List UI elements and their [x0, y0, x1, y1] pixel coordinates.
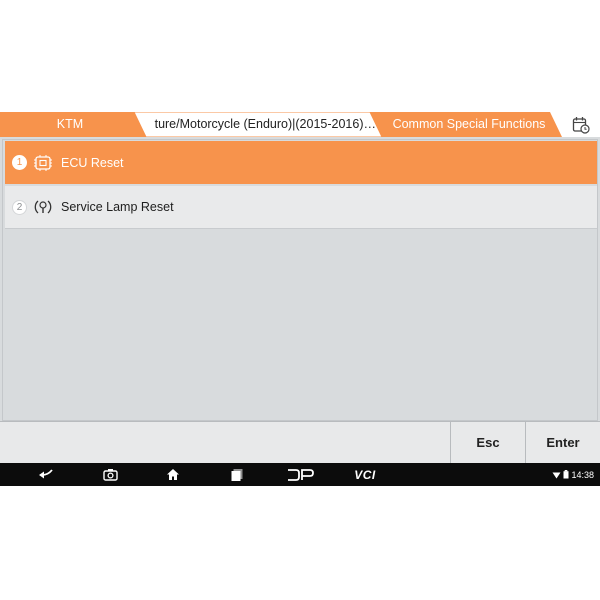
breadcrumb-item-functions[interactable]: Common Special Functions: [370, 112, 562, 137]
item-number: 1: [12, 155, 27, 170]
ecu-chip-icon: [33, 153, 53, 173]
breadcrumb-item-model[interactable]: …ture/Motorcycle (Enduro)|(2015-2016): [134, 112, 382, 137]
back-arrow-icon: [39, 468, 53, 478]
home-icon: [167, 469, 179, 480]
calendar-clock-icon: [572, 116, 590, 134]
system-nav-bar: VCI 14:38: [0, 463, 600, 486]
breadcrumb-item-brand[interactable]: KTM: [0, 112, 146, 137]
back-button[interactable]: [36, 463, 56, 486]
status-area: 14:38: [552, 463, 594, 486]
breadcrumb: KTM …ture/Motorcycle (Enduro)|(2015-2016…: [0, 112, 600, 137]
recent-apps-icon: [231, 469, 243, 481]
dp-logo-icon: [288, 468, 314, 481]
app-window: KTM …ture/Motorcycle (Enduro)|(2015-2016…: [0, 112, 600, 486]
wifi-icon: [552, 472, 561, 478]
enter-button[interactable]: Enter: [525, 422, 600, 463]
breadcrumb-label: …ture/Motorcycle (Enduro)|(2015-2016): [154, 117, 376, 131]
recent-apps-button[interactable]: [227, 463, 247, 486]
screenshot-button[interactable]: [100, 463, 120, 486]
dp-button[interactable]: [282, 463, 318, 486]
list-item-service-lamp-reset[interactable]: 2 Service Lamp Reset: [5, 186, 597, 229]
vci-button[interactable]: VCI: [348, 463, 382, 486]
breadcrumb-label: Common Special Functions: [392, 117, 546, 131]
item-label: Service Lamp Reset: [61, 200, 174, 214]
function-list: 1 ECU Reset 2 Service Lamp Reset: [2, 139, 598, 421]
home-button[interactable]: [163, 463, 183, 486]
camera-icon: [102, 469, 118, 481]
battery-icon: [563, 470, 569, 479]
item-label: ECU Reset: [61, 155, 124, 170]
breadcrumb-label: KTM: [56, 117, 84, 131]
esc-button[interactable]: Esc: [450, 422, 525, 463]
history-button[interactable]: [562, 112, 600, 137]
clock-time: 14:38: [571, 469, 594, 480]
bottom-toolbar: Esc Enter: [0, 421, 600, 463]
service-lamp-icon: [33, 197, 53, 217]
list-item-ecu-reset[interactable]: 1 ECU Reset: [5, 141, 597, 184]
item-number: 2: [12, 199, 27, 215]
